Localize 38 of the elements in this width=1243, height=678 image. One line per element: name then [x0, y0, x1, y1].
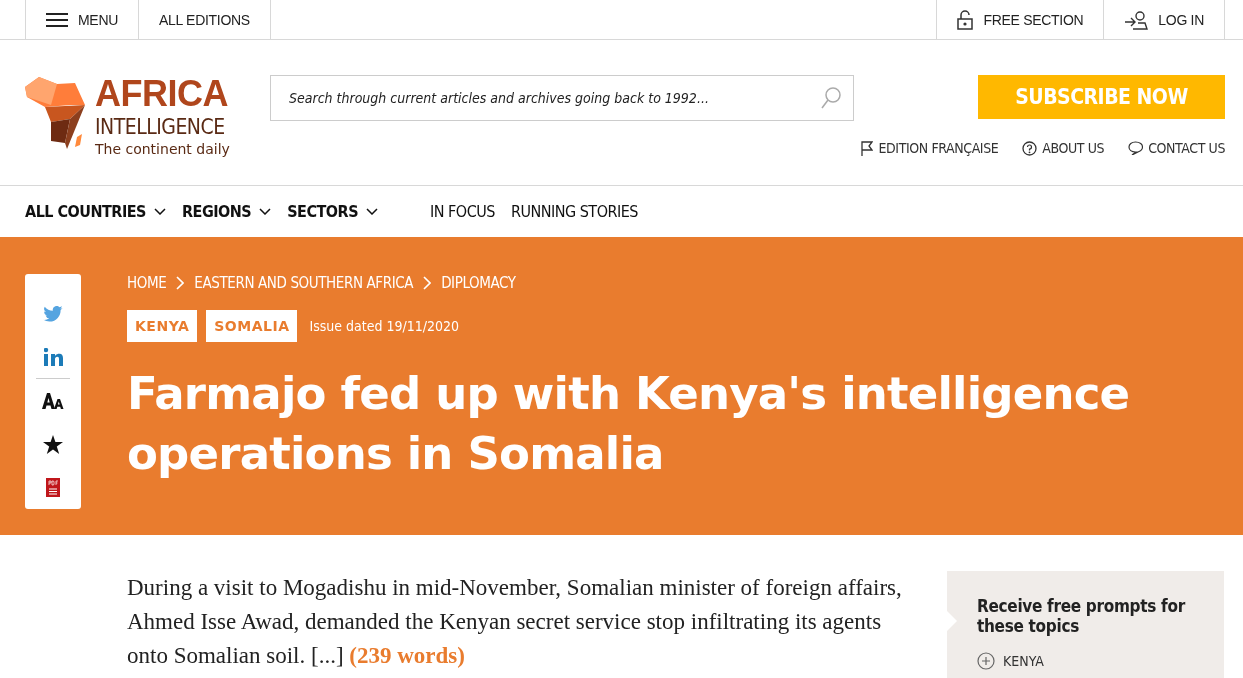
flag-icon — [861, 140, 874, 156]
editions-link[interactable]: ALL EDITIONS — [139, 0, 271, 39]
login-link[interactable]: LOG IN — [1104, 0, 1225, 39]
nav-item[interactable]: RUNNING STORIES — [510, 202, 638, 221]
nav-item[interactable]: ALL COUNTRIES — [25, 202, 166, 221]
logo-name: AFRICA — [95, 73, 229, 115]
alerts-title: Receive free prompts for these topics — [977, 596, 1187, 636]
twitter-icon[interactable] — [43, 305, 63, 322]
search-field[interactable]: Search through current articles and archives going back to 1992... — [270, 75, 854, 121]
article-summary: During a visit to Mogadishu in mid-November, Somalian minister of foreign affairs, Ahmed Isse Awad, demanded the Kenyan secret service stop infiltrating its agents onto Somalian soil. [...] (239 words) — [127, 574, 903, 670]
topic-follow-button[interactable]: KENYA — [977, 652, 1044, 670]
nav-item[interactable]: IN FOCUS — [430, 202, 495, 221]
chevron-right-icon — [423, 276, 432, 290]
font-size-icon[interactable] — [42, 393, 64, 409]
menu-icon — [46, 12, 68, 27]
chevron-down-icon — [366, 208, 378, 215]
nav-item[interactable]: SECTORS — [287, 202, 378, 221]
logo-subtitle: INTELLIGENCE — [95, 115, 226, 139]
issue-date: Issue dated 19/11/2020 — [309, 318, 460, 334]
header-link[interactable]: ABOUT US — [1022, 140, 1105, 156]
pdf-icon[interactable] — [46, 477, 60, 497]
nav-item[interactable]: REGIONS — [182, 202, 272, 221]
linkedin-icon[interactable] — [43, 347, 63, 366]
padlock-icon — [957, 9, 974, 30]
plus-circle-icon — [977, 652, 995, 670]
menu-button[interactable]: MENU — [25, 0, 140, 39]
free-section-link[interactable]: FREE SECTION — [936, 0, 1105, 39]
chevron-down-icon — [259, 208, 272, 215]
help-icon — [1022, 140, 1038, 156]
chevron-right-icon — [176, 276, 185, 290]
logo-tagline: The continent daily — [95, 141, 230, 157]
header-link[interactable]: EDITION FRANÇAISE — [861, 140, 999, 156]
chat-icon — [1128, 141, 1144, 155]
chevron-down-icon — [154, 208, 166, 215]
star-icon[interactable] — [43, 434, 63, 454]
login-icon — [1124, 9, 1149, 30]
article-title: Farmajo fed up with Kenya's intelligence operations in Somalia — [127, 366, 1131, 482]
header-link[interactable]: CONTACT US — [1128, 140, 1225, 156]
